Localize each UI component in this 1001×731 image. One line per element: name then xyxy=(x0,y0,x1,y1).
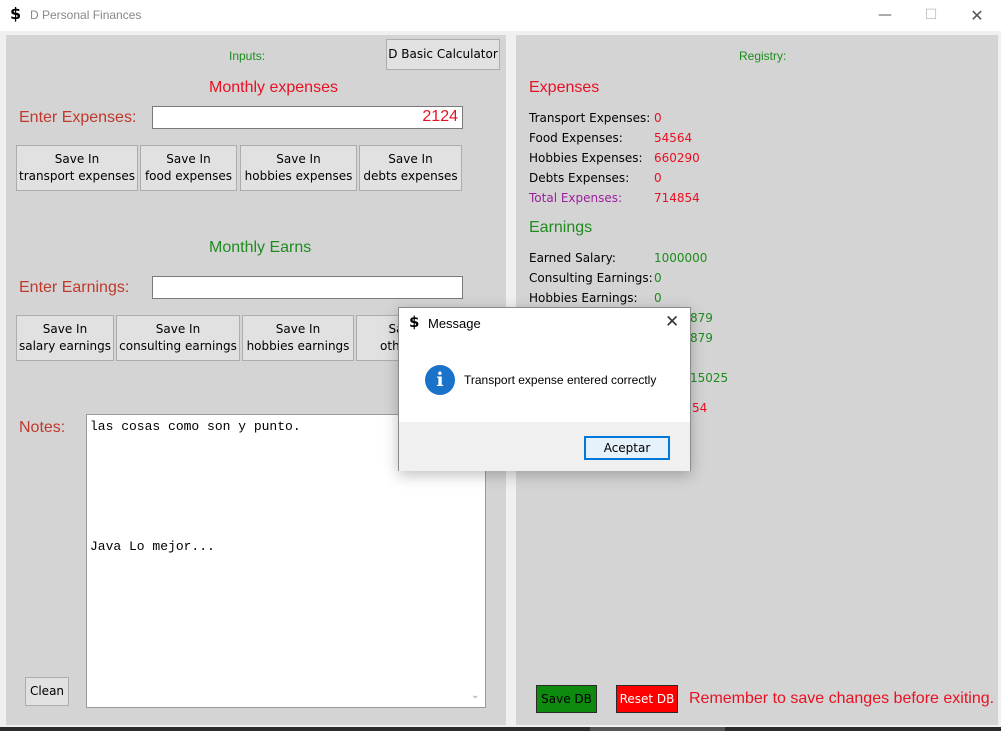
registry-label: Registry: xyxy=(739,49,787,63)
taskbar-segment xyxy=(590,727,725,731)
button-line: Save In xyxy=(275,322,321,336)
hobbies-earnings-value: 0 xyxy=(654,291,662,305)
save-consulting-earnings-button[interactable]: Save In consulting earnings xyxy=(116,315,240,361)
inputs-label: Inputs: xyxy=(229,49,266,63)
transport-expenses-value: 0 xyxy=(654,111,662,125)
save-food-expenses-button[interactable]: Save In food expenses xyxy=(140,145,237,191)
reset-db-button[interactable]: Reset DB xyxy=(616,685,678,713)
total-expenses-label: Total Expenses: xyxy=(529,191,623,205)
hobbies-earnings-label: Hobbies Earnings: xyxy=(529,291,638,305)
button-line: Save In xyxy=(54,152,100,166)
scroll-down-icon[interactable]: ⌄ xyxy=(471,690,479,701)
dialog-title-bar: $ Message ✕ xyxy=(399,308,690,338)
window-title: D Personal Finances xyxy=(30,8,142,22)
accept-button[interactable]: Aceptar xyxy=(584,436,670,460)
partial-value: 879 xyxy=(690,331,713,345)
earnings-heading: Earnings xyxy=(529,219,593,236)
dialog-title: Message xyxy=(428,316,481,331)
taskbar-edge xyxy=(0,727,1001,731)
debts-expenses-label: Debts Expenses: xyxy=(529,171,630,185)
save-hobbies-expenses-button[interactable]: Save In hobbies expenses xyxy=(240,145,357,191)
food-expenses-value: 54564 xyxy=(654,131,693,145)
save-hobbies-earnings-button[interactable]: Save In hobbies earnings xyxy=(242,315,354,361)
dialog-close-button[interactable]: ✕ xyxy=(665,312,679,332)
title-bar: $ D Personal Finances — ☐ ✕ xyxy=(0,0,1001,31)
dollar-icon: $ xyxy=(409,313,420,331)
monthly-earns-heading: Monthly Earns xyxy=(209,239,312,256)
basic-calculator-button[interactable]: D Basic Calculator xyxy=(386,39,500,70)
save-transport-expenses-button[interactable]: Save In transport expenses xyxy=(16,145,138,191)
partial-value: 15025 xyxy=(690,371,729,385)
earnings-input[interactable] xyxy=(152,276,463,299)
transport-expenses-label: Transport Expenses: xyxy=(529,111,651,125)
expenses-heading: Expenses xyxy=(529,79,600,96)
button-line: Save In xyxy=(155,322,201,336)
total-expenses-value: 714854 xyxy=(654,191,700,205)
consulting-earnings-value: 0 xyxy=(654,271,662,285)
notes-label: Notes: xyxy=(19,419,66,436)
button-line: hobbies expenses xyxy=(244,169,353,183)
save-db-button[interactable]: Save DB xyxy=(536,685,597,713)
earned-salary-value: 1000000 xyxy=(654,251,708,265)
button-line: consulting earnings xyxy=(119,339,237,353)
button-line: food expenses xyxy=(144,169,233,183)
dialog-message: Transport expense entered correctly xyxy=(464,373,657,387)
button-line: Save In xyxy=(166,152,211,166)
message-dialog: $ Message ✕ i Transport expense entered … xyxy=(398,307,691,471)
button-line: Save In xyxy=(276,152,321,166)
button-line: salary earnings xyxy=(18,339,111,353)
button-line: Save In xyxy=(388,152,433,166)
button-line: hobbies earnings xyxy=(246,339,350,353)
clean-button[interactable]: Clean xyxy=(25,677,69,706)
dialog-footer: Aceptar xyxy=(399,422,690,471)
partial-value: 879 xyxy=(690,311,713,325)
close-button[interactable]: ✕ xyxy=(954,0,1000,30)
monthly-expenses-heading: Monthly expenses xyxy=(209,79,338,96)
earned-salary-label: Earned Salary: xyxy=(529,251,616,265)
expenses-input[interactable]: 2124 xyxy=(152,106,463,129)
hobbies-expenses-label: Hobbies Expenses: xyxy=(529,151,643,165)
button-line: debts expenses xyxy=(363,169,458,183)
info-icon: i xyxy=(425,365,455,395)
save-reminder-text: Remember to save changes before exiting. xyxy=(689,690,995,707)
button-line: transport expenses xyxy=(18,169,136,183)
food-expenses-label: Food Expenses: xyxy=(529,131,623,145)
button-line: Save In xyxy=(42,322,88,336)
maximize-button[interactable]: ☐ xyxy=(908,0,954,30)
enter-expenses-label: Enter Expenses: xyxy=(19,109,137,126)
save-salary-earnings-button[interactable]: Save In salary earnings xyxy=(16,315,114,361)
partial-value: 54 xyxy=(692,401,708,415)
debts-expenses-value: 0 xyxy=(654,171,662,185)
save-debts-expenses-button[interactable]: Save In debts expenses xyxy=(359,145,462,191)
consulting-earnings-label: Consulting Earnings: xyxy=(529,271,653,285)
enter-earnings-label: Enter Earnings: xyxy=(19,279,130,296)
dollar-icon: $ xyxy=(10,4,22,23)
minimize-button[interactable]: — xyxy=(862,0,908,30)
hobbies-expenses-value: 660290 xyxy=(654,151,700,165)
